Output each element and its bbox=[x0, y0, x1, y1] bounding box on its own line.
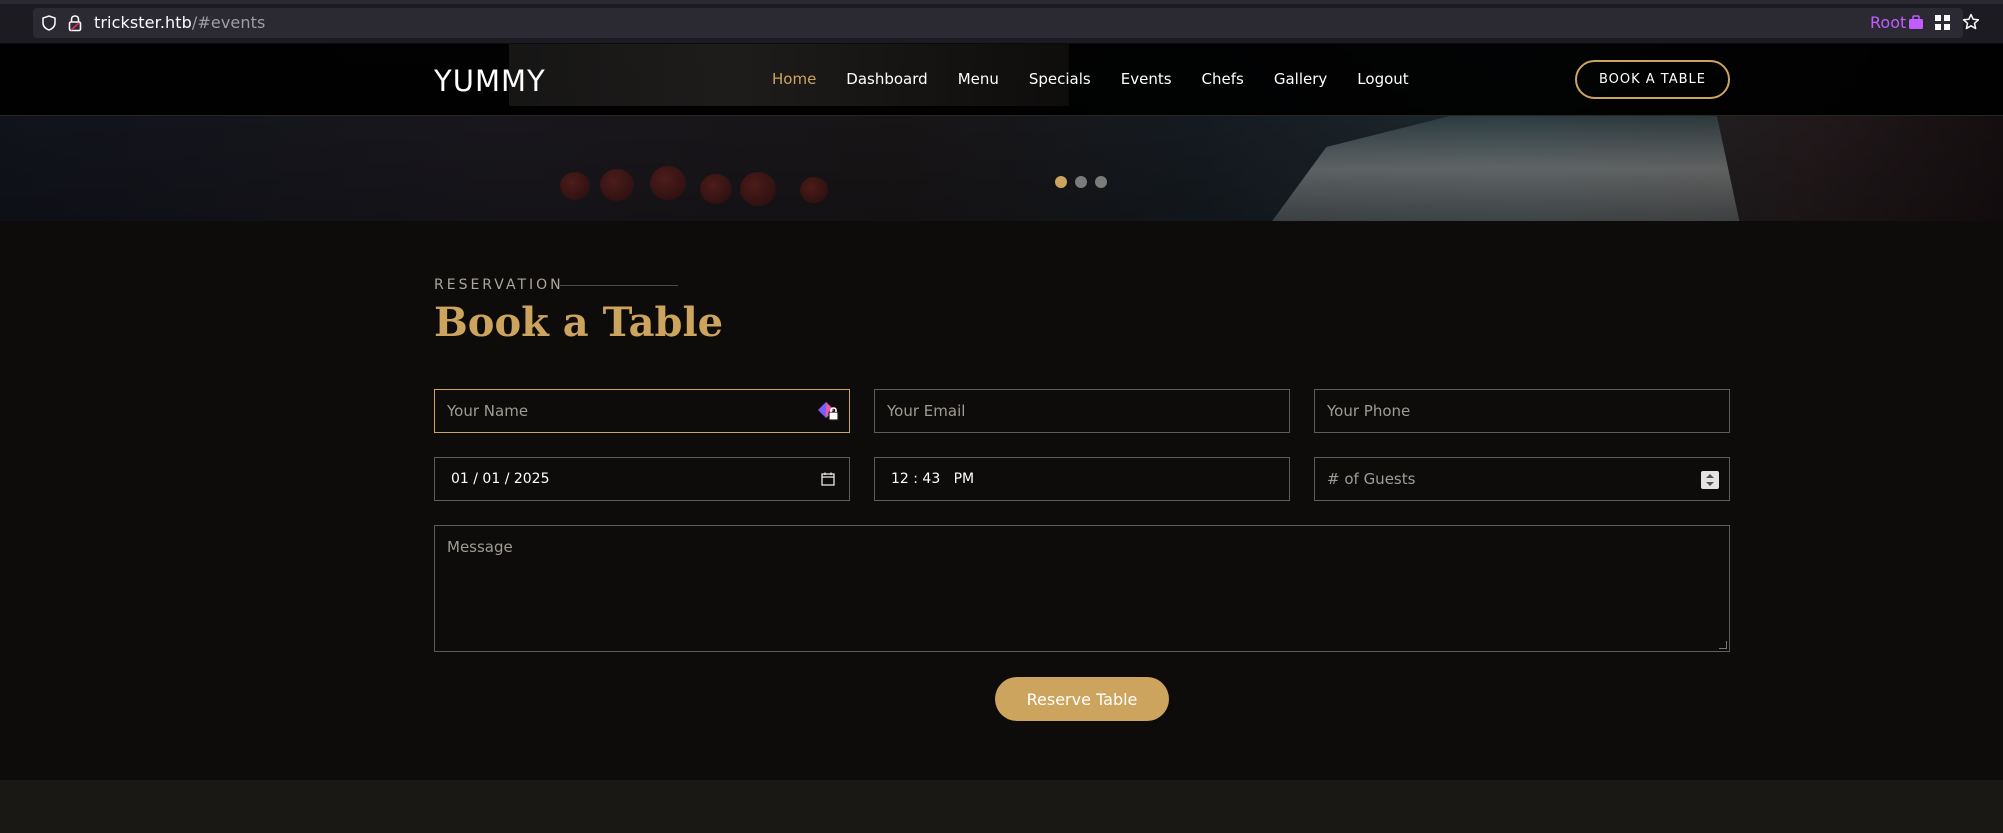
carousel-indicators bbox=[1055, 175, 1115, 193]
phone-field[interactable]: Your Phone bbox=[1314, 389, 1730, 433]
section-eyebrow: RESERVATION bbox=[434, 277, 564, 293]
message-placeholder: Message bbox=[447, 538, 513, 556]
extensions-grid-icon[interactable] bbox=[1935, 15, 1950, 30]
email-placeholder: Your Email bbox=[887, 402, 966, 420]
next-section-band bbox=[0, 780, 2003, 833]
carousel-dot[interactable] bbox=[1095, 176, 1107, 188]
nav-home[interactable]: Home bbox=[772, 70, 816, 88]
message-textarea[interactable]: Message bbox=[434, 525, 1730, 652]
lock-icon[interactable] bbox=[68, 14, 82, 32]
site-logo[interactable]: YUMMY bbox=[434, 64, 546, 98]
name-placeholder: Your Name bbox=[447, 402, 529, 420]
carousel-dot[interactable] bbox=[1055, 176, 1067, 188]
browser-toolbar: trickster.htb/#events Root bbox=[0, 0, 2003, 44]
time-field[interactable]: 12 : 43 PM bbox=[874, 457, 1290, 501]
url-host: trickster.htb bbox=[94, 13, 192, 32]
guests-field[interactable]: # of Guests bbox=[1314, 457, 1730, 501]
name-field[interactable]: Your Name bbox=[434, 389, 850, 433]
nav-chefs[interactable]: Chefs bbox=[1202, 70, 1244, 88]
url-path: /#events bbox=[191, 13, 266, 32]
phone-placeholder: Your Phone bbox=[1327, 402, 1411, 420]
carousel-dot[interactable] bbox=[1075, 176, 1087, 188]
date-value: 01 / 01 / 2025 bbox=[451, 471, 550, 487]
nav-events[interactable]: Events bbox=[1121, 70, 1172, 88]
site-header: YUMMY Home Dashboard Menu Specials Event… bbox=[0, 44, 2003, 116]
number-spinner[interactable] bbox=[1701, 471, 1719, 489]
nav-gallery[interactable]: Gallery bbox=[1274, 70, 1327, 88]
date-field[interactable]: 01 / 01 / 2025 bbox=[434, 457, 850, 501]
eyebrow-divider bbox=[560, 285, 678, 286]
main-nav: Home Dashboard Menu Specials Events Chef… bbox=[772, 70, 1439, 88]
guests-placeholder: # of Guests bbox=[1327, 470, 1416, 488]
reservation-section: RESERVATION Book a Table Your Name Your … bbox=[0, 221, 2003, 780]
email-field[interactable]: Your Email bbox=[874, 389, 1290, 433]
container-label[interactable]: Root bbox=[1870, 13, 1906, 32]
section-title: Book a Table bbox=[434, 299, 724, 346]
book-a-table-button[interactable]: BOOK A TABLE bbox=[1575, 60, 1730, 99]
nav-menu[interactable]: Menu bbox=[958, 70, 999, 88]
browser-tab-strip bbox=[0, 0, 2003, 4]
bookmark-star-icon[interactable] bbox=[1962, 13, 1980, 31]
container-briefcase-icon[interactable] bbox=[1908, 15, 1924, 30]
nav-logout[interactable]: Logout bbox=[1357, 70, 1408, 88]
time-value: 12 : 43 PM bbox=[891, 471, 975, 487]
url-bar[interactable] bbox=[33, 8, 1963, 38]
calendar-icon[interactable] bbox=[821, 472, 835, 486]
nav-specials[interactable]: Specials bbox=[1029, 70, 1091, 88]
url-text[interactable]: trickster.htb/#events bbox=[94, 13, 265, 32]
nav-dashboard[interactable]: Dashboard bbox=[846, 70, 927, 88]
password-manager-icon[interactable] bbox=[817, 401, 841, 423]
shield-icon[interactable] bbox=[42, 15, 56, 31]
resize-handle[interactable] bbox=[1719, 641, 1727, 649]
reserve-table-button[interactable]: Reserve Table bbox=[995, 677, 1169, 721]
